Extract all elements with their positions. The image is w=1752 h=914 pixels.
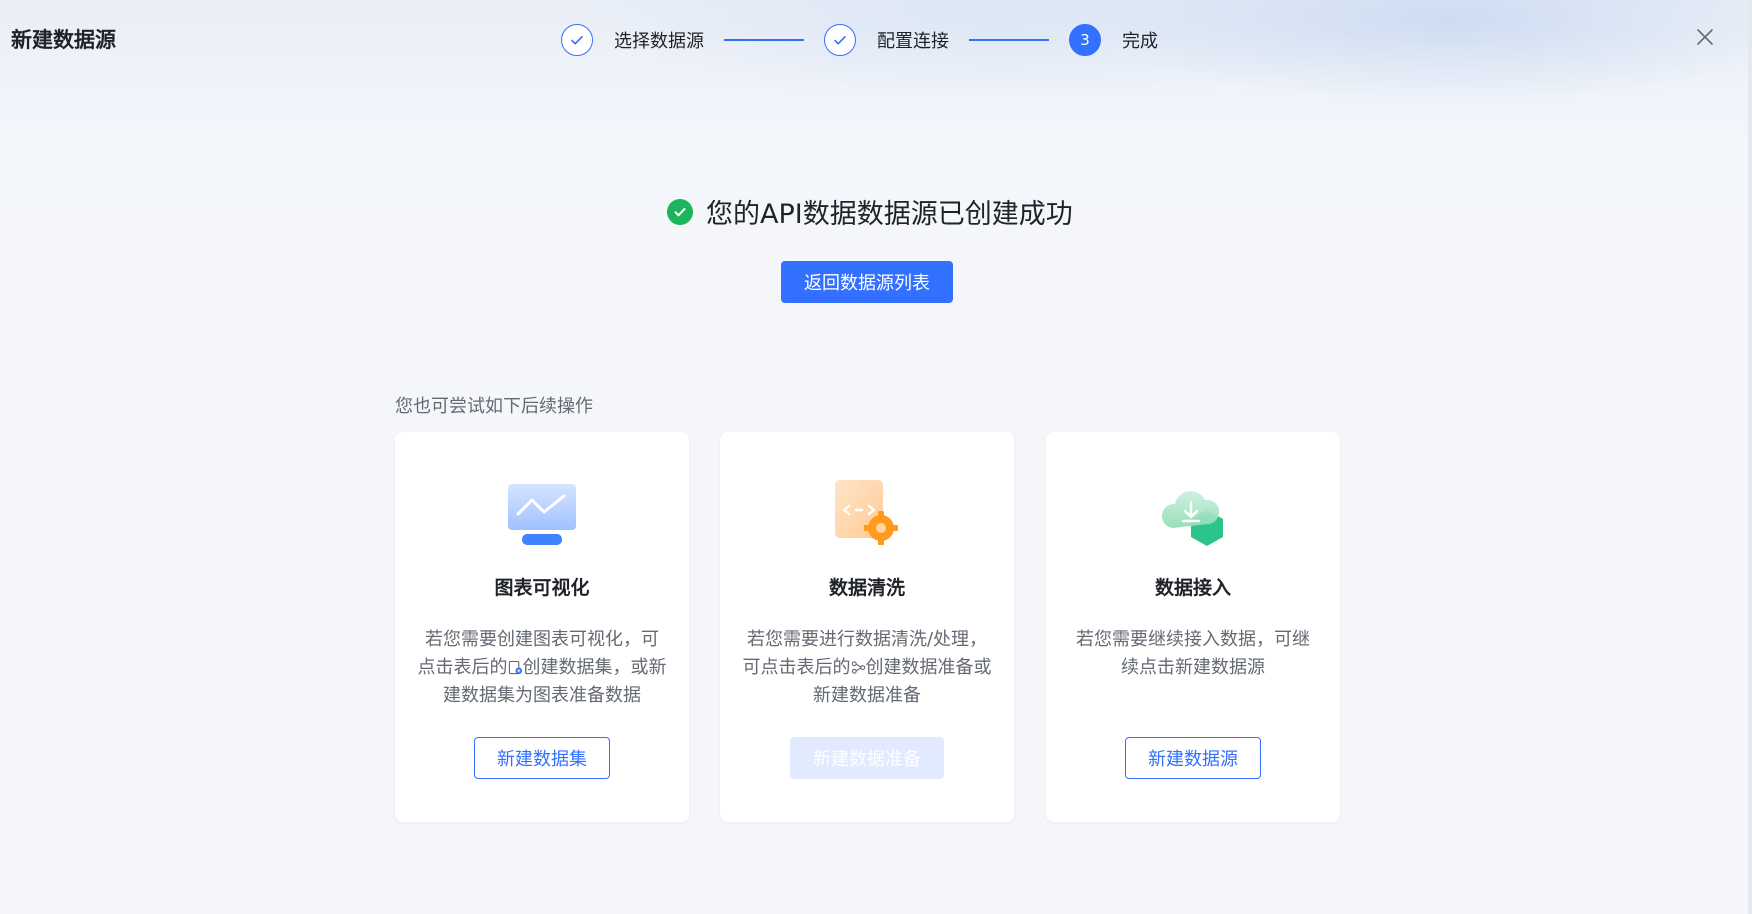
scrollbar-track[interactable]	[1748, 0, 1752, 914]
card-data-ingestion: 数据接入 若您需要继续接入数据，可继续点击新建数据源 新建数据源	[1046, 432, 1340, 822]
step-connector	[724, 39, 804, 41]
success-message: 您的API数据数据源已创建成功	[667, 192, 1073, 231]
card-description: 若您需要进行数据清洗/处理，可点击表后的 创建数据准备或新建数据准备	[742, 626, 992, 710]
close-icon	[1697, 29, 1713, 45]
dataset-icon[interactable]	[508, 660, 523, 675]
card-title: 图表可视化	[494, 577, 590, 599]
card-description: 若您需要继续接入数据，可继续点击新建数据源	[1068, 626, 1318, 682]
card-chart-visualization: 图表可视化 若您需要创建图表可视化，可点击表后的 创建数据集，或新建数据集为图表准…	[395, 432, 689, 822]
card-description: 若您需要创建图表可视化，可点击表后的 创建数据集，或新建数据集为图表准备数据	[417, 626, 667, 710]
new-dataset-button[interactable]: 新建数据集	[474, 737, 610, 779]
step-label: 配置连接	[877, 31, 949, 52]
stepper: 选择数据源 配置连接 3 完成	[561, 23, 1158, 57]
card-title: 数据接入	[1154, 577, 1231, 599]
card-description-text: 若您需要继续接入数据，可继续点击新建数据源	[1076, 629, 1310, 678]
step-connector	[969, 39, 1049, 41]
flow-icon[interactable]	[851, 660, 866, 675]
new-data-prep-button[interactable]: 新建数据准备	[790, 737, 944, 779]
page: 新建数据源 选择数据源 配置连接 3 完成 您的API数据数据源已创建成功 返回…	[0, 0, 1752, 914]
step-label: 选择数据源	[614, 31, 704, 52]
card-title: 数据清洗	[828, 577, 905, 599]
new-datasource-button[interactable]: 新建数据源	[1125, 737, 1261, 779]
step-complete: 3 完成	[1069, 24, 1158, 56]
step-select-source: 选择数据源	[561, 24, 704, 56]
followup-hint: 您也可尝试如下后续操作	[395, 396, 593, 417]
step-label: 完成	[1122, 31, 1158, 52]
back-to-list-button[interactable]: 返回数据源列表	[781, 261, 953, 303]
chart-monitor-icon	[508, 484, 576, 545]
cloud-download-icon	[1161, 491, 1223, 546]
close-button[interactable]	[1692, 24, 1718, 50]
step-done-check-icon	[561, 24, 593, 56]
step-number: 3	[1069, 24, 1101, 56]
step-done-check-icon	[824, 24, 856, 56]
success-text: 您的API数据数据源已创建成功	[706, 199, 1073, 230]
code-gear-icon	[835, 480, 898, 545]
dialog-title: 新建数据源	[11, 28, 116, 52]
check-circle-icon	[667, 198, 693, 225]
card-data-cleaning: 数据清洗 若您需要进行数据清洗/处理，可点击表后的 创建数据准备或新建数据准备 新…	[720, 432, 1014, 822]
step-configure-connection: 配置连接	[824, 24, 949, 56]
